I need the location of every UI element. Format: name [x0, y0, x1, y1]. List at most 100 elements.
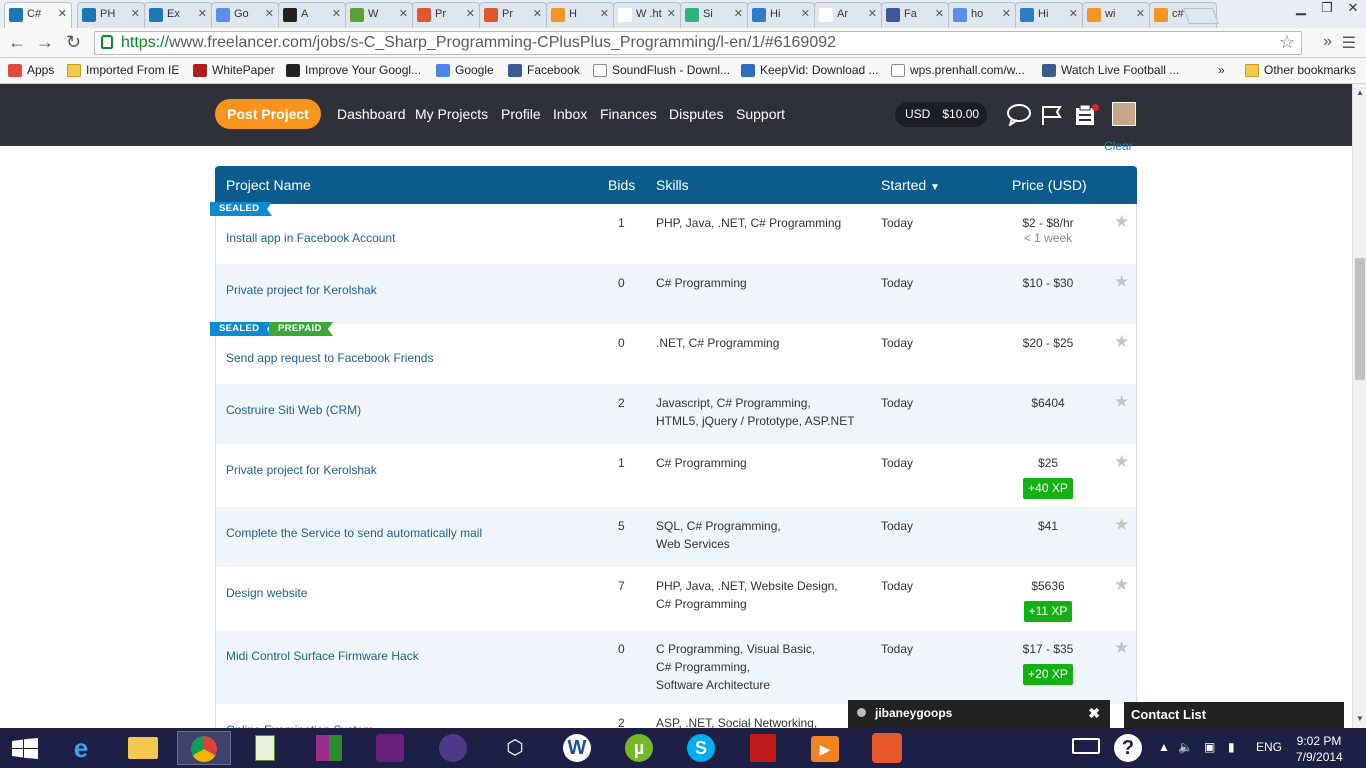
- browser-tab[interactable]: W ✕: [345, 2, 413, 28]
- close-tab-icon[interactable]: ✕: [265, 7, 274, 20]
- battery-icon[interactable]: ▮: [1228, 740, 1235, 754]
- nav-profile[interactable]: Profile: [501, 106, 541, 122]
- url-input[interactable]: https://www.freelancer.com/jobs/s-C_Shar…: [94, 31, 1302, 55]
- table-row[interactable]: Costruire Siti Web (CRM) 2 Javascript, C# …: [216, 384, 1136, 444]
- utorrent-icon[interactable]: µ: [612, 731, 666, 765]
- favorite-star-icon[interactable]: ★: [1114, 212, 1129, 232]
- scroll-down-icon[interactable]: ▼: [1356, 714, 1364, 723]
- favorite-star-icon[interactable]: ★: [1114, 392, 1129, 412]
- scroll-thumb[interactable]: [1355, 258, 1365, 380]
- bookmark-item[interactable]: KeepVid: Download ...: [741, 63, 879, 77]
- bookmark-item[interactable]: Apps: [8, 63, 54, 77]
- project-name-link[interactable]: Install app in Facebook Account: [226, 231, 395, 245]
- project-name-link[interactable]: Complete the Service to send automatical…: [226, 526, 482, 540]
- nav-disputes[interactable]: Disputes: [669, 106, 723, 122]
- tray-expand-icon[interactable]: ▲: [1158, 740, 1170, 754]
- header-bids[interactable]: Bids: [608, 177, 635, 193]
- bookmark-item[interactable]: Facebook: [508, 63, 580, 77]
- skype-icon[interactable]: S: [674, 731, 728, 765]
- browser-tab[interactable]: Go ✕: [211, 2, 279, 28]
- header-price[interactable]: Price (USD): [1012, 177, 1087, 193]
- unity-icon[interactable]: ⬡: [488, 731, 542, 765]
- nav-dashboard[interactable]: Dashboard: [337, 106, 406, 122]
- bookmark-item[interactable]: Improve Your Googl...: [286, 63, 421, 77]
- notepad-icon[interactable]: [238, 731, 292, 765]
- file-explorer-icon[interactable]: [116, 731, 170, 765]
- keyboard-icon[interactable]: [1072, 738, 1100, 757]
- nav-my-projects[interactable]: My Projects: [415, 106, 488, 122]
- extensions-overflow-icon[interactable]: »: [1323, 33, 1332, 51]
- table-row[interactable]: Design website 7 PHP, Java, .NET, Website …: [216, 567, 1136, 630]
- close-window-icon[interactable]: ✕: [1340, 0, 1366, 20]
- avatar[interactable]: [1112, 102, 1136, 126]
- header-skills[interactable]: Skills: [656, 177, 689, 193]
- language-indicator[interactable]: ENG: [1256, 740, 1282, 754]
- bookmark-item[interactable]: Google: [436, 63, 494, 77]
- flux-icon[interactable]: [860, 731, 914, 765]
- browser-tab[interactable]: W .ht ✕: [613, 2, 681, 28]
- nav-inbox[interactable]: Inbox: [553, 106, 587, 122]
- project-name-link[interactable]: Send app request to Facebook Friends: [226, 351, 433, 365]
- table-row[interactable]: Private project for Kerolshak 0 C# Program…: [216, 264, 1136, 324]
- chrome-menu-icon[interactable]: ☰: [1342, 33, 1356, 53]
- nav-support[interactable]: Support: [736, 106, 785, 122]
- browser-tab[interactable]: Ex ✕: [144, 2, 212, 28]
- browser-tab[interactable]: Pr ✕: [412, 2, 480, 28]
- close-tab-icon[interactable]: ✕: [533, 7, 542, 20]
- close-tab-icon[interactable]: ✕: [667, 7, 676, 20]
- bookmarks-overflow-button[interactable]: »: [1218, 63, 1225, 77]
- close-tab-icon[interactable]: ✕: [1002, 7, 1011, 20]
- browser-tab[interactable]: Si ✕: [680, 2, 748, 28]
- browser-tab[interactable]: Ar ✕: [814, 2, 882, 28]
- bookmark-item[interactable]: wps.prenhall.com/w...: [891, 63, 1025, 77]
- favorite-star-icon[interactable]: ★: [1114, 452, 1129, 472]
- favorite-star-icon[interactable]: ★: [1114, 515, 1129, 535]
- project-name-link[interactable]: Design website: [226, 586, 307, 600]
- windows-start-icon[interactable]: [12, 738, 38, 760]
- close-tab-icon[interactable]: ✕: [399, 7, 408, 20]
- browser-tab[interactable]: ho ✕: [948, 2, 1016, 28]
- browser-tab[interactable]: Hi ✕: [747, 2, 815, 28]
- close-chat-icon[interactable]: ✖: [1088, 705, 1100, 722]
- browser-tab[interactable]: H ✕: [546, 2, 614, 28]
- new-tab-button[interactable]: [1183, 8, 1219, 24]
- close-tab-icon[interactable]: ✕: [1069, 7, 1078, 20]
- close-tab-icon[interactable]: ✕: [935, 7, 944, 20]
- project-name-link[interactable]: Private project for Kerolshak: [226, 463, 377, 477]
- close-tab-icon[interactable]: ✕: [868, 7, 877, 20]
- reload-icon[interactable]: ↻: [66, 32, 81, 53]
- help-icon[interactable]: ?: [1114, 734, 1142, 762]
- nav-finances[interactable]: Finances: [600, 106, 657, 122]
- table-row[interactable]: Send app request to Facebook Friends 0 .NE…: [210, 322, 1136, 384]
- project-name-link[interactable]: Private project for Kerolshak: [226, 283, 377, 297]
- close-tab-icon[interactable]: ✕: [198, 7, 207, 20]
- clear-filters-link[interactable]: Clear: [1104, 139, 1133, 153]
- favorite-star-icon[interactable]: ★: [1114, 638, 1129, 658]
- favorite-star-icon[interactable]: ★: [1114, 575, 1129, 595]
- restore-icon[interactable]: ❐: [1314, 0, 1340, 20]
- bookmark-item[interactable]: Imported From IE: [67, 63, 179, 77]
- network-icon[interactable]: ▣: [1204, 740, 1215, 754]
- account-balance[interactable]: USD $10.00: [895, 102, 987, 127]
- other-bookmarks[interactable]: Other bookmarks: [1245, 63, 1356, 77]
- close-tab-icon[interactable]: ✕: [801, 7, 810, 20]
- forward-icon[interactable]: →: [36, 32, 54, 53]
- browser-tab[interactable]: Pr ✕: [479, 2, 547, 28]
- word-icon[interactable]: W: [550, 731, 604, 765]
- post-project-button[interactable]: Post Project: [215, 99, 321, 129]
- header-started[interactable]: Started ▼: [881, 177, 940, 193]
- browser-tab[interactable]: wi ✕: [1082, 2, 1150, 28]
- browser-tab[interactable]: C# ✕: [4, 2, 72, 28]
- adobe-reader-icon[interactable]: [736, 731, 790, 765]
- close-tab-icon[interactable]: ✕: [332, 7, 341, 20]
- browser-tab[interactable]: Hi ✕: [1015, 2, 1083, 28]
- system-clock[interactable]: 9:02 PM 7/9/2014: [1296, 733, 1343, 765]
- project-name-link[interactable]: Midi Control Surface Firmware Hack: [226, 649, 419, 663]
- table-row[interactable]: Complete the Service to send automatical…: [216, 507, 1136, 567]
- chat-bubble-icon[interactable]: [1006, 104, 1032, 126]
- back-icon[interactable]: ←: [8, 32, 26, 53]
- header-project-name[interactable]: Project Name: [226, 177, 311, 193]
- internet-explorer-icon[interactable]: e: [54, 731, 108, 765]
- contact-list-bar[interactable]: Contact List: [1124, 702, 1344, 728]
- close-tab-icon[interactable]: ✕: [466, 7, 475, 20]
